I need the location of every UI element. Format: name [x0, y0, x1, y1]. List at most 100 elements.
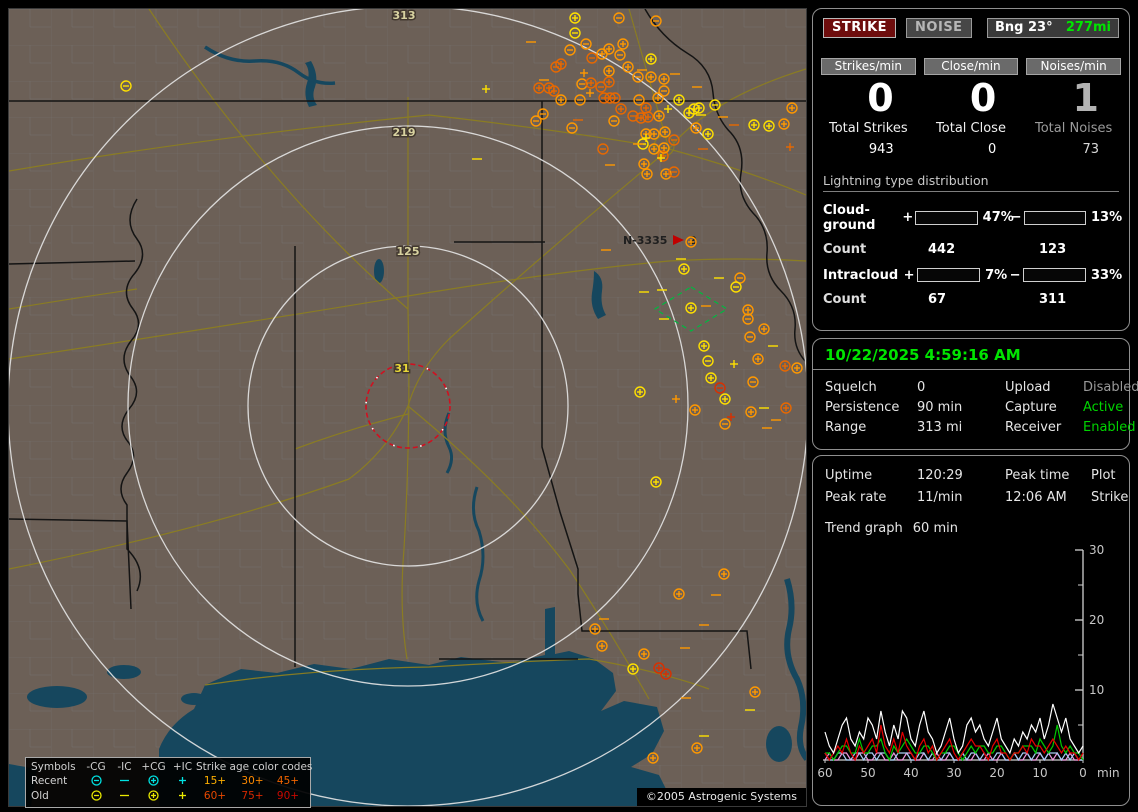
peak-rate-label: Peak rate — [825, 490, 917, 505]
status-value: 90 min — [917, 400, 1005, 415]
svg-text:60: 60 — [817, 766, 832, 780]
status-label: Capture — [1005, 400, 1083, 415]
cloud-ground-label: Cloud-ground — [823, 203, 902, 233]
status-value: 313 mi — [917, 420, 1005, 435]
noises-per-min-value: 1 — [1026, 79, 1121, 119]
svg-text:10: 10 — [1089, 683, 1104, 697]
cloud-ground-row: Cloud-ground + 47% − 13% — [823, 203, 1119, 233]
plus-icon — [176, 789, 189, 802]
minus-icon — [118, 774, 131, 787]
bearing-distance: 277mi — [1066, 20, 1111, 35]
legend-old-label: Old — [31, 789, 81, 804]
status-value: Enabled — [1083, 420, 1138, 435]
ring-label-31: 31 — [394, 362, 409, 375]
plot-type-value: Strike — [1091, 490, 1128, 505]
legend-col-cg-pos: +CG — [138, 760, 169, 774]
legend-col-ic-neg: -IC — [111, 760, 138, 774]
circle-minus-icon — [90, 774, 103, 787]
svg-text:20: 20 — [989, 766, 1004, 780]
plot-label: Plot — [1091, 468, 1128, 483]
plus-sign: + — [904, 268, 914, 283]
lightning-map[interactable]: 31 125 219 313 N-3335 2 Symbols -CG -IC … — [8, 8, 807, 807]
strikes-per-min-column: Strikes/min 0 Total Strikes 943 — [821, 58, 916, 157]
cg-positive-count: 442 — [928, 242, 1039, 257]
close-per-min-label: Close/min — [924, 58, 1019, 75]
status-label: Squelch — [825, 380, 917, 395]
total-close-label: Total Close — [924, 121, 1019, 136]
total-strikes-value: 943 — [821, 142, 916, 157]
cg-negative-pct: 13% — [1089, 210, 1119, 225]
strike-toggle-button[interactable]: STRIKE — [823, 18, 896, 38]
bearing-display: Bng 23° 277mi — [987, 18, 1119, 38]
cg-positive-pct: 47% — [981, 210, 1011, 225]
intracloud-label: Intracloud — [823, 268, 904, 283]
plus-icon — [176, 774, 189, 787]
cg-negative-bar — [1024, 211, 1086, 225]
close-per-min-value: 0 — [924, 79, 1019, 119]
age-30: 30+ — [234, 774, 271, 789]
svg-text:50: 50 — [860, 766, 875, 780]
stats-panel: Uptime 120:29 Peak time Plot Peak rate 1… — [812, 455, 1130, 806]
cg-positive-bar — [915, 211, 977, 225]
total-noises-label: Total Noises — [1026, 121, 1121, 136]
ic-negative-pct: 33% — [1089, 268, 1119, 283]
cloud-ground-count-row: Count 442 123 — [823, 242, 1119, 257]
noise-toggle-button[interactable]: NOISE — [906, 18, 972, 38]
ring-label-219: 219 — [393, 126, 416, 139]
lightning-distribution-section: Lightning type distribution Cloud-ground… — [813, 157, 1129, 307]
count-label: Count — [823, 292, 928, 307]
noises-per-min-column: Noises/min 1 Total Noises 73 — [1026, 58, 1121, 157]
minus-sign: − — [1010, 268, 1020, 283]
peak-time-label: Peak time — [1005, 468, 1091, 483]
svg-text:10: 10 — [1032, 766, 1047, 780]
uptime-label: Uptime — [825, 468, 917, 483]
strike-counter-panel: STRIKE NOISE Bng 23° 277mi Strikes/min 0… — [812, 8, 1130, 331]
ic-positive-pct: 7% — [983, 268, 1010, 283]
circle-plus-icon — [147, 789, 160, 802]
trend-graph-label: Trend graph — [825, 521, 903, 536]
map-canvas[interactable]: 31 125 219 313 N-3335 2 — [9, 9, 806, 806]
strikes-per-min-label: Strikes/min — [821, 58, 916, 75]
status-grid: Squelch0UploadDisabledPersistence90 minC… — [813, 370, 1129, 435]
minus-icon — [118, 789, 131, 802]
peak-rate-value: 11/min — [917, 490, 1005, 505]
svg-text:0: 0 — [1079, 766, 1087, 780]
age-90: 90+ — [271, 789, 305, 804]
datetime-display: 10/22/2025 4:59:16 AM — [813, 339, 1129, 370]
cg-negative-count: 123 — [1039, 242, 1066, 257]
legend-col-cg-neg: -CG — [81, 760, 111, 774]
noises-per-min-label: Noises/min — [1026, 58, 1121, 75]
minus-sign: − — [1011, 210, 1021, 225]
legend-recent-label: Recent — [31, 774, 81, 789]
bearing-label: Bng 23° — [995, 20, 1053, 35]
age-75: 75+ — [234, 789, 271, 804]
status-panel: 10/22/2025 4:59:16 AM Squelch0UploadDisa… — [812, 338, 1130, 450]
ring-label-125: 125 — [397, 245, 420, 258]
map-legend: Symbols -CG -IC +CG +IC Strike age color… — [25, 757, 311, 808]
age-45: 45+ — [271, 774, 305, 789]
status-value: Disabled — [1083, 380, 1138, 395]
ic-positive-bar — [917, 268, 980, 282]
circle-minus-icon — [90, 789, 103, 802]
total-noises-value: 73 — [1026, 142, 1121, 157]
svg-text:30: 30 — [1089, 543, 1104, 557]
svg-text:20: 20 — [1089, 613, 1104, 627]
ring-label-313: 313 — [393, 9, 416, 22]
svg-text:30: 30 — [946, 766, 961, 780]
legend-age-header: Strike age color codes — [196, 760, 305, 774]
svg-text:min: min — [1097, 766, 1120, 780]
intracloud-count-row: Count 67 311 — [823, 292, 1119, 307]
circle-plus-icon — [147, 774, 160, 787]
status-label: Persistence — [825, 400, 917, 415]
stats-grid: Uptime 120:29 Peak time Plot Peak rate 1… — [813, 456, 1129, 505]
storm-cell-label: N-3335 — [623, 234, 667, 247]
legend-symbols-header: Symbols — [31, 760, 81, 774]
ic-negative-bar — [1023, 268, 1086, 282]
copyright-text: ©2005 Astrogenic Systems — [637, 788, 806, 806]
close-per-min-column: Close/min 0 Total Close 0 — [924, 58, 1019, 157]
ic-negative-count: 311 — [1039, 292, 1066, 307]
intracloud-row: Intracloud + 7% − 33% — [823, 268, 1119, 283]
svg-text:40: 40 — [903, 766, 918, 780]
peak-time-value: 12:06 AM — [1005, 490, 1091, 505]
distribution-title: Lightning type distribution — [823, 173, 1119, 192]
